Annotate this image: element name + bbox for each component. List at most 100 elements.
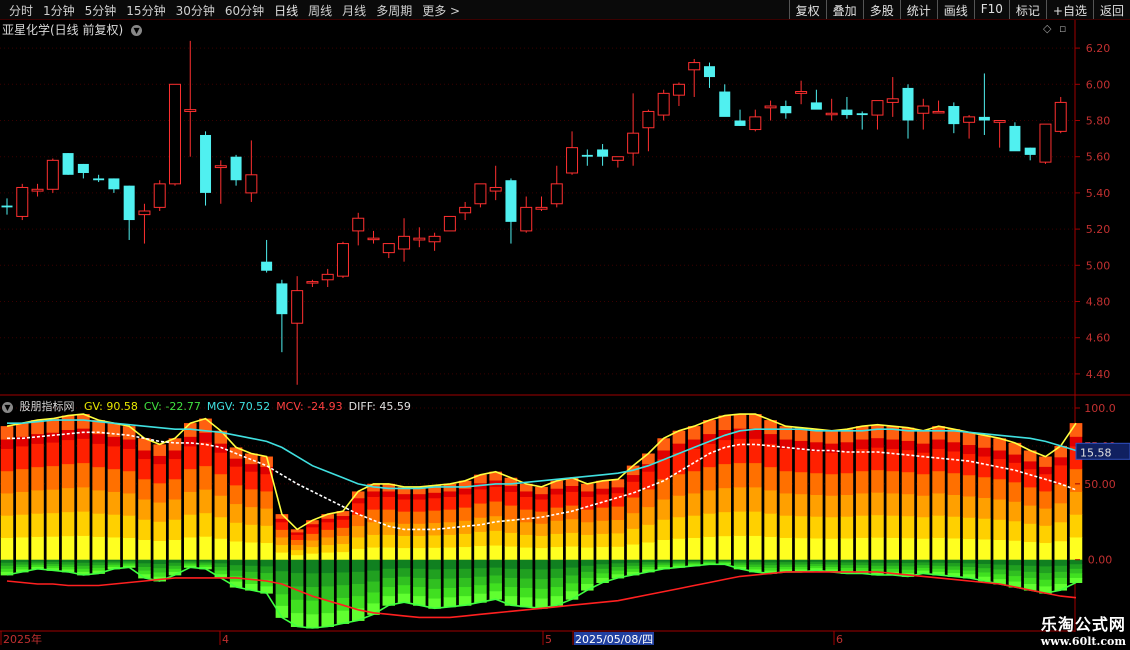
gv-bar-segment <box>504 546 518 561</box>
price-tick-label: 6.00 <box>1086 78 1111 91</box>
cv-bar-segment <box>871 559 884 564</box>
indicator-title[interactable]: ▼ 股朋指标网 GV: 90.58 CV: -22.77 MGV: 70.52 MCV… <box>2 398 423 414</box>
gv-bar-segment <box>840 537 854 561</box>
gv-bar-segment <box>581 547 594 561</box>
gv-bar-segment <box>183 514 197 538</box>
gv-bar-segment <box>489 530 502 546</box>
gv-bar-segment <box>947 494 961 517</box>
gv-bar-segment <box>825 538 838 561</box>
gv-bar-segment <box>687 492 701 516</box>
price-tick-label: 4.60 <box>1086 332 1111 345</box>
cv-bar-segment <box>1039 566 1052 574</box>
gv-bar-segment <box>306 540 319 548</box>
gv-bar-segment <box>626 512 640 529</box>
gv-bar-segment <box>764 466 777 491</box>
gv-bar-segment <box>168 519 182 540</box>
gv-bar-segment <box>825 452 838 475</box>
gv-bar-segment <box>168 539 182 561</box>
gv-bar-segment <box>1054 521 1067 542</box>
gv-bar-segment <box>413 547 426 561</box>
cv-bar-segment <box>413 559 426 570</box>
cv-bar-segment <box>382 577 396 588</box>
gv-bar-segment <box>687 448 701 472</box>
candle-body <box>1009 125 1021 152</box>
gv-bar-segment <box>871 447 884 471</box>
gv-bar-segment <box>122 492 136 516</box>
gv-bar-segment <box>1054 502 1067 523</box>
cv-bar-segment <box>397 568 411 578</box>
chevron-down-icon[interactable]: ▼ <box>2 401 13 413</box>
cv-bar-segment <box>77 568 90 573</box>
gv-bar-segment <box>703 489 716 514</box>
candle-body <box>200 134 212 193</box>
gv-bar-segment <box>382 496 396 510</box>
gv-bar-segment <box>764 443 777 468</box>
candle-body <box>810 102 822 110</box>
gv-bar-segment <box>947 472 961 495</box>
gv-bar-segment <box>672 516 686 539</box>
cv-bar-segment <box>0 559 14 564</box>
gv-bar-segment <box>0 537 14 561</box>
gv-bar-segment <box>947 537 961 561</box>
gv-bar-segment <box>275 544 289 553</box>
gv-bar-segment <box>107 491 121 515</box>
gv-bar-segment <box>855 537 869 561</box>
cv-bar-segment <box>886 562 900 567</box>
gv-bar-segment <box>794 449 808 473</box>
cv-bar-segment <box>351 571 365 585</box>
gv-bar-segment <box>245 506 258 525</box>
gv-bar-segment <box>962 453 976 476</box>
gv-bar-segment <box>428 497 441 511</box>
gv-bar-segment <box>77 511 90 536</box>
gv-bar-cap <box>779 426 793 440</box>
gv-bar-segment <box>626 497 640 514</box>
gv-bar-segment <box>626 544 640 561</box>
gv-bar-segment <box>932 492 945 516</box>
gv-bar-segment <box>77 438 90 464</box>
gv-bar-segment <box>672 473 686 496</box>
cv-bar-segment <box>932 562 945 567</box>
cv-bar-segment <box>306 559 319 574</box>
gv-bar-segment <box>1023 541 1037 561</box>
candle-body <box>825 112 838 116</box>
gv-bar-segment <box>0 492 14 516</box>
gv-bar-segment <box>901 471 915 495</box>
gv-bar-segment <box>626 528 640 545</box>
gv-bar-segment <box>290 544 304 551</box>
price-chart[interactable]: 6.20 6.00 5.80 5.60 5.40 5.20 5.00 4.80 4.60 4.40… <box>0 0 1130 650</box>
cv-bar-segment <box>1069 559 1083 565</box>
cv-bar-segment <box>153 563 166 569</box>
gv-bar-segment <box>993 478 1006 500</box>
gv-bar-segment <box>458 520 472 534</box>
gv-bar-segment <box>810 450 823 474</box>
gv-bar-segment <box>0 448 14 472</box>
gv-bar-segment <box>519 547 533 561</box>
gv-bar-segment <box>474 488 487 504</box>
cv-bar-segment <box>932 565 945 570</box>
gv-bar-segment <box>810 472 823 495</box>
cv-bar-segment <box>1069 577 1083 583</box>
gv-bar-segment <box>16 468 29 492</box>
cv-bar-segment <box>336 572 350 586</box>
cv-bar-segment <box>565 575 579 584</box>
gv-bar-segment <box>519 496 533 510</box>
gv-bar-segment <box>535 535 548 549</box>
gv-bar-cap <box>535 486 548 495</box>
gv-bar-segment <box>1039 490 1052 509</box>
candle-body <box>581 154 593 157</box>
candle-body <box>886 98 899 103</box>
cv-bar-segment <box>275 594 289 607</box>
cv-bar-segment <box>489 567 502 577</box>
cv-bar-segment <box>932 568 945 573</box>
gv-bar-segment <box>306 533 319 541</box>
cv-bar-segment <box>413 577 426 588</box>
gv-bar-segment <box>46 536 60 561</box>
date-axis: 2025年 4 5 2025/05/08/四 6 <box>0 630 1075 646</box>
gv-bar-segment <box>245 471 258 490</box>
cv-bar-segment <box>596 568 609 574</box>
cv-bar-segment <box>596 559 609 565</box>
cv-bar-segment <box>932 559 945 564</box>
gv-bar-segment <box>0 515 14 538</box>
gv-bar-segment <box>336 527 350 536</box>
cv-bar-segment <box>77 562 90 567</box>
